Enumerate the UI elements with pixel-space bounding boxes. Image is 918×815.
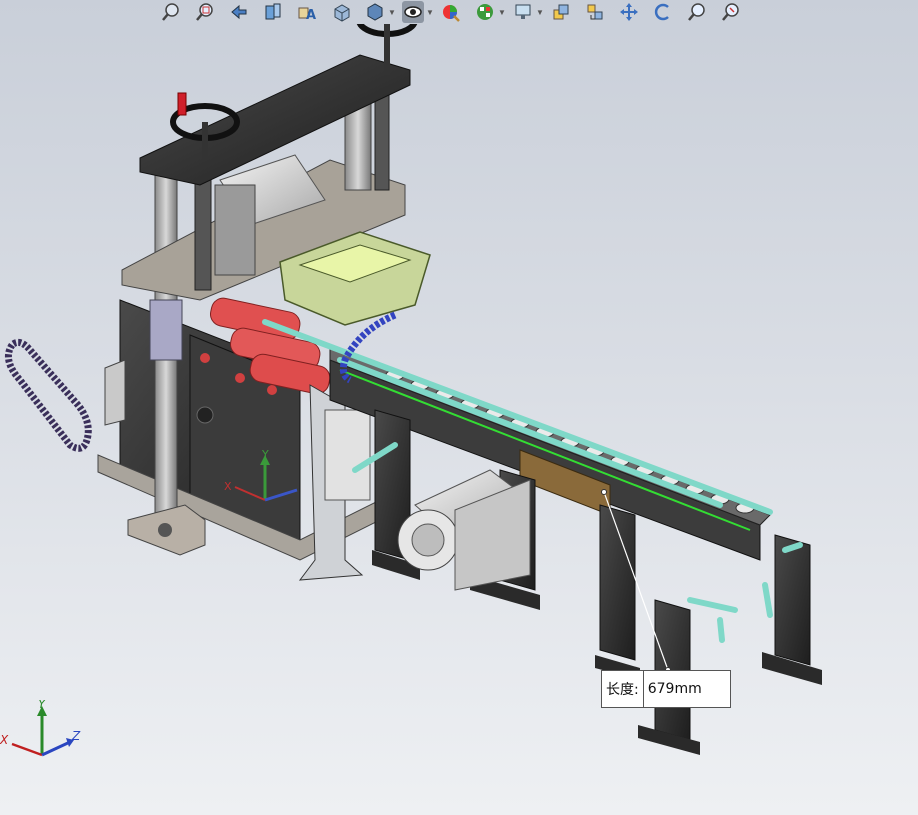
svg-text:X: X xyxy=(224,480,232,493)
drive-chain xyxy=(4,338,92,452)
svg-text:A: A xyxy=(306,8,316,22)
svg-text:Y: Y xyxy=(261,448,269,461)
edit-appearance-icon[interactable] xyxy=(440,1,462,23)
graphics-area[interactable]: Y X xyxy=(0,24,918,815)
assembly-model[interactable]: Y X xyxy=(0,24,918,815)
dimension-label: 长度: xyxy=(602,671,644,707)
view-orientation-icon[interactable] xyxy=(330,1,352,23)
reference-triad: Y X Z xyxy=(0,700,81,757)
triad-y-label: Y xyxy=(38,700,47,711)
zoom-to-area-icon[interactable] xyxy=(194,1,216,23)
side-panel-light xyxy=(104,359,126,426)
dimension-value[interactable]: 679mm xyxy=(644,671,730,707)
rotate-component-icon[interactable] xyxy=(550,1,572,23)
view-toolbar: A ▼ ▼ ▼ ▼ xyxy=(160,0,880,24)
view-settings-icon[interactable] xyxy=(512,1,534,23)
previous-view-icon[interactable] xyxy=(228,1,250,23)
triad-z-label: Z xyxy=(71,729,81,743)
chevron-down-icon[interactable]: ▼ xyxy=(498,8,506,17)
apply-scene-icon[interactable] xyxy=(474,1,496,23)
zoom-to-selection-icon[interactable] xyxy=(720,1,742,23)
hide-show-items-icon[interactable] xyxy=(402,1,424,23)
move-component-icon[interactable] xyxy=(584,1,606,23)
triad-x-label: X xyxy=(0,733,9,747)
zoom-in-out-icon[interactable] xyxy=(686,1,708,23)
chevron-down-icon[interactable]: ▼ xyxy=(388,8,396,17)
pan-icon[interactable] xyxy=(618,1,640,23)
dimension-readout: 长度: 679mm xyxy=(601,670,731,708)
chevron-down-icon[interactable]: ▼ xyxy=(426,8,434,17)
section-view-icon[interactable] xyxy=(262,1,284,23)
dynamic-annotation-icon[interactable]: A xyxy=(296,1,318,23)
display-style-icon[interactable] xyxy=(364,1,386,23)
chevron-down-icon[interactable]: ▼ xyxy=(536,8,544,17)
rotate-view-icon[interactable] xyxy=(652,1,674,23)
zoom-to-fit-icon[interactable] xyxy=(160,1,182,23)
conveyor-leg xyxy=(774,534,811,666)
